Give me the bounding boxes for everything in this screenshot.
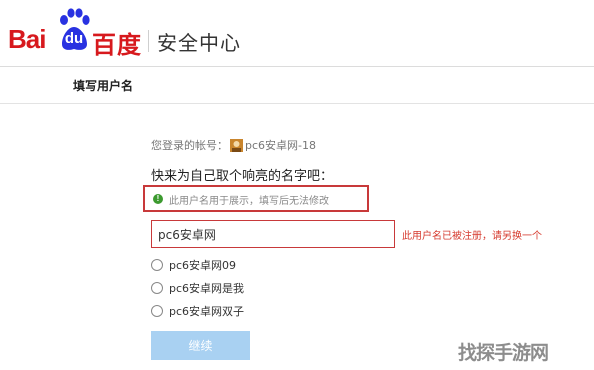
- account-name: pc6安卓网-18: [245, 139, 316, 152]
- username-error: 此用户名已被注册，请另换一个: [402, 231, 542, 242]
- page-title: 填写用户名: [73, 79, 134, 93]
- baidu-logo-text: Bai: [8, 24, 46, 54]
- username-input[interactable]: [151, 220, 395, 248]
- username-hint: 此用户名用于展示，填写后无法修改: [169, 196, 329, 207]
- security-center-title: 安全中心: [157, 31, 241, 55]
- info-icon: !: [153, 194, 163, 204]
- radio-button[interactable]: [151, 305, 163, 317]
- site-watermark: 找探手游网: [458, 342, 549, 364]
- page-subbar: 填写用户名: [0, 67, 594, 104]
- suggestion-option-2[interactable]: pc6安卓网是我: [151, 280, 244, 296]
- suggestion-label: pc6安卓网双子: [169, 305, 245, 318]
- continue-button[interactable]: 继续: [151, 331, 250, 360]
- suggestion-option-3[interactable]: pc6安卓网双子: [151, 303, 244, 319]
- header-divider: [148, 30, 149, 52]
- account-label: 您登录的帐号：: [151, 139, 228, 152]
- radio-button[interactable]: [151, 259, 163, 271]
- username-hint-box: ! 此用户名用于展示，填写后无法修改: [143, 185, 369, 212]
- user-avatar-icon: [230, 139, 243, 152]
- suggestion-option-1[interactable]: pc6安卓网09: [151, 257, 236, 273]
- account-info: 您登录的帐号： pc6安卓网-18: [151, 137, 316, 153]
- username-prompt: 快来为自己取个响亮的名字吧：: [151, 169, 334, 184]
- header: Bai du 百度 安全中心: [0, 0, 594, 67]
- suggestion-label: pc6安卓网是我: [169, 282, 245, 295]
- baidu-logo-du: du: [64, 30, 84, 47]
- baidu-logo-chinese: 百度: [92, 31, 142, 59]
- suggestion-label: pc6安卓网09: [169, 259, 237, 272]
- radio-button[interactable]: [151, 282, 163, 294]
